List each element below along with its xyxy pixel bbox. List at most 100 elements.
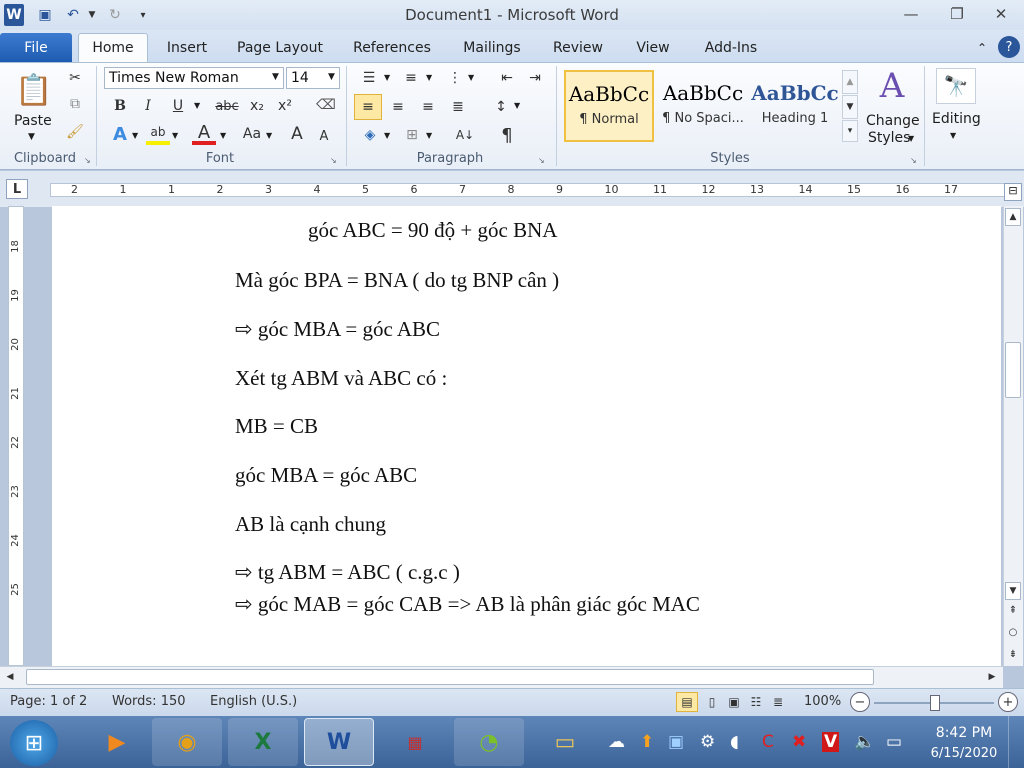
outline-view-icon[interactable]: ☷ (746, 692, 766, 712)
clock-date[interactable]: 6/15/2020 (922, 746, 1006, 761)
help-icon[interactable]: ? (998, 36, 1020, 58)
network-device-icon[interactable]: ▣ (668, 732, 684, 752)
tab-view[interactable]: View (626, 33, 680, 62)
clear-formatting-icon[interactable]: ⌫ (314, 94, 338, 116)
style-no-spacing[interactable]: AaBbCc ¶ No Spaci... (658, 70, 748, 142)
language-indicator[interactable]: English (U.S.) (210, 694, 297, 709)
horizontal-scroll-thumb[interactable] (26, 669, 874, 685)
tab-insert[interactable]: Insert (156, 33, 218, 62)
cloud-icon[interactable]: ☁ (608, 732, 625, 752)
page-count[interactable]: Page: 1 of 2 (10, 694, 87, 709)
font-name-dropdown-icon[interactable]: ▼ (272, 72, 279, 82)
doc-line[interactable]: góc MBA = góc ABC (235, 463, 417, 488)
doc-line[interactable]: Xét tg ABM và ABC có : (235, 366, 447, 391)
shrink-font-button[interactable]: A (316, 126, 332, 146)
app-icon[interactable]: ◔ (454, 718, 524, 766)
excel-icon[interactable]: X (228, 718, 298, 766)
clock-time[interactable]: 8:42 PM (926, 725, 1002, 741)
doc-line[interactable]: Mà góc BPA = BNA ( do tg BNP cân ) (235, 268, 559, 293)
horizontal-scrollbar[interactable]: ◀ ▶ (0, 666, 1003, 688)
shading-dropdown-icon[interactable]: ▼ (384, 131, 390, 140)
sort-icon[interactable]: A↓ (452, 123, 478, 147)
paste-dropdown-icon[interactable]: ▼ (28, 132, 35, 142)
font-launcher-icon[interactable]: ↘ (330, 156, 337, 165)
paste-button-label[interactable]: Paste (14, 113, 52, 129)
increase-indent-icon[interactable]: ⇥ (524, 67, 546, 89)
text-effects-dropdown-icon[interactable]: ▼ (132, 131, 138, 140)
change-case-dropdown-icon[interactable]: ▼ (266, 131, 272, 140)
align-center-button[interactable]: ≡ (386, 94, 410, 120)
undo-icon[interactable]: ↶ (62, 4, 84, 26)
underline-button[interactable]: U (168, 96, 188, 116)
paste-icon[interactable]: 📋 (12, 68, 56, 112)
subscript-button[interactable]: x₂ (246, 96, 268, 116)
security-icon[interactable]: ⚙ (700, 732, 715, 752)
start-button-icon[interactable]: ⊞ (10, 720, 58, 766)
close-button[interactable]: ✕ (978, 0, 1024, 28)
tab-home[interactable]: Home (78, 33, 148, 62)
tab-selector-button[interactable]: L (6, 179, 28, 199)
bullets-dropdown-icon[interactable]: ▼ (384, 73, 390, 82)
doc-line[interactable]: AB là cạnh chung (235, 512, 386, 537)
select-browse-object-icon[interactable]: ○ (1005, 624, 1021, 640)
numbering-dropdown-icon[interactable]: ▼ (426, 73, 432, 82)
change-case-button[interactable]: Aa (238, 123, 266, 145)
change-styles-label-1[interactable]: Change (866, 113, 920, 129)
clipboard-launcher-icon[interactable]: ↘ (84, 156, 91, 165)
numbering-icon[interactable]: ≡ (400, 67, 422, 89)
full-screen-reading-icon[interactable]: ▯ (702, 692, 722, 712)
multilevel-dropdown-icon[interactable]: ▼ (468, 73, 474, 82)
word-count[interactable]: Words: 150 (112, 694, 186, 709)
style-normal[interactable]: AaBbCc ¶ Normal (564, 70, 654, 142)
show-desktop-button[interactable] (1008, 716, 1024, 768)
redo-icon[interactable]: ↻ (104, 4, 126, 26)
format-painter-icon[interactable]: 🖌 (64, 122, 86, 142)
text-effects-button[interactable]: A (108, 123, 132, 145)
grow-font-button[interactable]: A (288, 123, 306, 145)
unikey-icon[interactable]: ▦ (380, 718, 450, 766)
minimize-ribbon-icon[interactable]: ⌃ (970, 33, 994, 62)
multilevel-list-icon[interactable]: ⋮ (444, 67, 466, 89)
binoculars-icon[interactable]: 🔭 (936, 68, 976, 104)
change-styles-dropdown-icon[interactable]: ▼ (908, 134, 914, 143)
change-styles-icon[interactable]: A (870, 66, 914, 106)
styles-scroll-up-icon[interactable]: ▲ (842, 70, 858, 94)
line-spacing-dropdown-icon[interactable]: ▼ (514, 101, 520, 110)
next-page-icon[interactable]: ⇟ (1005, 646, 1021, 662)
justify-button[interactable]: ≣ (446, 94, 470, 120)
update-icon[interactable]: ⬆ (640, 732, 654, 752)
highlight-dropdown-icon[interactable]: ▼ (172, 131, 178, 140)
doc-line[interactable]: ⇨ góc MAB = góc CAB => AB là phân giác g… (235, 592, 700, 617)
word-taskbar-icon[interactable]: W (304, 718, 374, 766)
font-color-button[interactable]: A (192, 122, 216, 145)
network-error-icon[interactable]: ✖ (792, 732, 806, 752)
unikey-v-icon[interactable]: V (822, 732, 840, 752)
editing-label[interactable]: Editing (932, 111, 981, 127)
editing-dropdown-icon[interactable]: ▼ (950, 131, 956, 140)
show-desktop-icon[interactable]: ▭ (886, 732, 902, 752)
font-size-dropdown-icon[interactable]: ▼ (328, 72, 335, 82)
scroll-left-icon[interactable]: ◀ (2, 669, 18, 685)
doc-line[interactable]: góc ABC = 90 độ + góc BNA (308, 218, 557, 243)
cut-icon[interactable]: ✂ (64, 68, 86, 88)
align-left-button[interactable]: ≡ (354, 94, 382, 120)
zoom-level[interactable]: 100% (804, 694, 841, 709)
line-spacing-icon[interactable]: ↕ (488, 94, 514, 120)
doc-line[interactable]: ⇨ tg ABM = ABC ( c.g.c ) (235, 560, 460, 585)
strikethrough-button[interactable]: abc (212, 96, 242, 116)
customize-toolbar-icon[interactable]: ▾ (136, 4, 150, 26)
doc-line[interactable]: ⇨ góc MBA = góc ABC (235, 317, 440, 342)
view-ruler-icon[interactable]: ⊟ (1004, 183, 1022, 201)
previous-page-icon[interactable]: ⇞ (1005, 602, 1021, 618)
change-styles-label-2[interactable]: Styles (868, 130, 910, 146)
vertical-scrollbar[interactable]: ▲ ▼ ⇞ ○ ⇟ (1003, 206, 1023, 666)
web-layout-icon[interactable]: ▣ (724, 692, 744, 712)
zoom-in-icon[interactable]: + (998, 692, 1018, 712)
print-layout-view-icon[interactable]: ▤ (676, 692, 698, 712)
tab-references[interactable]: References (344, 33, 440, 62)
styles-more-icon[interactable]: ▾ (842, 120, 858, 142)
undo-dropdown-icon[interactable]: ▼ (86, 4, 98, 26)
bold-button[interactable]: B (110, 96, 130, 116)
document-page[interactable]: góc ABC = 90 độ + góc BNA Mà góc BPA = B… (52, 206, 1001, 666)
decrease-indent-icon[interactable]: ⇤ (496, 67, 518, 89)
